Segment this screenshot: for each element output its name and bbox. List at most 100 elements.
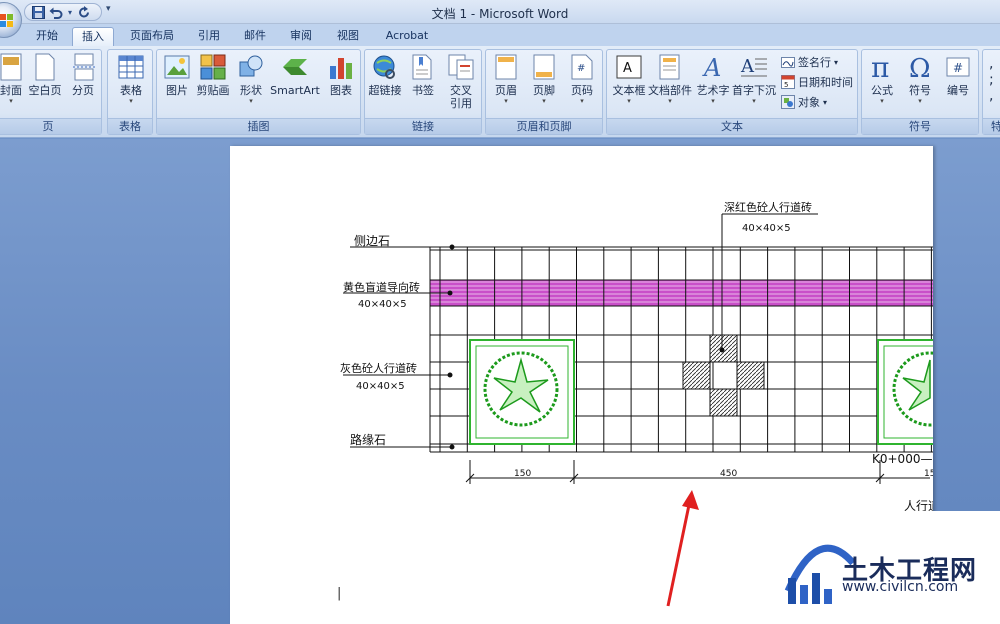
yellow-guide-tile-strip [430,280,933,306]
title-bar: ▾ ▾ 文档 1 - Microsoft Word [0,0,1000,24]
punctuation-icon[interactable]: ,;, [989,56,994,104]
svg-text:Ω: Ω [909,54,931,81]
group-tables-label: 表格 [108,118,152,134]
number-button[interactable]: # 编号 [938,53,978,97]
label-curb-side: 侧边石 [354,234,390,248]
text-box-label: 文本框 [612,84,646,97]
date-time-button[interactable]: 5 日期和时间 [781,73,853,91]
group-links-label: 链接 [365,118,481,134]
blank-page-icon [31,53,59,81]
tab-insert[interactable]: 插入 [72,27,114,46]
cross-reference-label: 交叉 [450,84,472,97]
footer-label: 页脚 [533,84,555,97]
shapes-label: 形状 [240,84,262,97]
object-label: 对象 [798,96,820,109]
svg-text:A: A [623,61,632,76]
wordart-label: 艺术字 [696,84,730,97]
table-icon [117,53,145,81]
smartart-button[interactable]: SmartArt [269,53,321,97]
group-symbols-label: 符号 [862,118,978,134]
text-cursor: | [337,586,342,601]
wordart-button[interactable]: A 艺术字 ▾ [693,53,733,105]
quick-parts-button[interactable]: 文档部件 ▾ [647,53,693,105]
svg-text:5: 5 [784,81,788,89]
group-header-footer: 页眉 ▾ 页脚 ▾ # 页码 ▾ 页眉和页脚 [485,49,603,135]
svg-text:A: A [702,54,721,80]
bookmark-icon [409,53,437,81]
blank-page-label: 空白页 [28,84,62,97]
svg-text:#: # [953,61,963,75]
label-yellow-tile-size: 40×40×5 [358,299,407,310]
page-break-button[interactable]: 分页 [63,53,103,97]
tab-page-layout[interactable]: 页面布局 [124,27,180,46]
signature-line-icon [781,55,795,69]
group-special-label: 特 [983,118,1000,134]
clip-art-button[interactable]: 剪贴画 [193,53,233,97]
smartart-icon [281,53,309,81]
tab-mailings[interactable]: 邮件 [238,27,272,46]
clip-art-label: 剪贴画 [196,84,230,97]
group-pages: 封面 ▾ 空白页 分页 页 [0,49,102,135]
drop-cap-button[interactable]: A 首字下沉 ▾ [731,53,777,105]
table-button[interactable]: 表格 ▾ [111,53,151,105]
object-button[interactable]: 对象 ▾ [781,93,827,111]
chart-icon [327,53,355,81]
hyperlink-button[interactable]: 超链接 [365,53,405,97]
picture-button[interactable]: 图片 [157,53,197,97]
ribbon: 封面 ▾ 空白页 分页 页 表格 ▾ 表格 图片 剪贴画 形状 ▾ SmartA… [0,46,1000,138]
group-symbols: π 公式 ▾ Ω 符号 ▾ # 编号 符号 [861,49,979,135]
svg-text:π: π [871,53,889,81]
footer-button[interactable]: 页脚 ▾ [524,53,564,105]
cover-page-icon [0,53,25,81]
page-break-icon [69,53,97,81]
office-logo-icon [0,14,14,28]
label-dark-tile-size: 40×40×5 [742,223,791,234]
tab-home[interactable]: 开始 [28,27,66,46]
group-illustrations-label: 插图 [157,118,360,134]
group-pages-label: 页 [0,118,101,134]
calendar-icon: 5 [781,75,795,89]
tab-view[interactable]: 视图 [331,27,365,46]
header-icon [492,53,520,81]
group-illustrations: 图片 剪贴画 形状 ▾ SmartArt 图表 插图 [156,49,361,135]
bookmark-button[interactable]: 书签 [403,53,443,97]
equation-button[interactable]: π 公式 ▾ [862,53,902,105]
watermark-url: www.civilcn.com [842,579,959,595]
dark-tile [736,361,765,390]
tab-references[interactable]: 引用 [192,27,226,46]
page-number-icon: # [568,53,596,81]
page-number-label: 页码 [571,84,593,97]
page-number-button[interactable]: # 页码 ▾ [562,53,602,105]
date-time-label: 日期和时间 [798,76,853,89]
bookmark-label: 书签 [412,84,434,97]
header-button[interactable]: 页眉 ▾ [486,53,526,105]
label-dim-450: 450 [720,469,737,479]
page-break-label: 分页 [72,84,94,97]
group-header-footer-label: 页眉和页脚 [486,118,602,134]
blank-page-button[interactable]: 空白页 [25,53,65,97]
tree-pit-right [877,339,933,445]
clip-art-icon [199,53,227,81]
symbol-label: 符号 [909,84,931,97]
header-label: 页眉 [495,84,517,97]
shapes-button[interactable]: 形状 ▾ [231,53,271,105]
number-label: 编号 [947,84,969,97]
group-tables: 表格 ▾ 表格 [107,49,153,135]
chart-button[interactable]: 图表 [321,53,361,97]
label-dark-tile: 深红色砼人行道砖 [724,200,812,214]
tab-acrobat[interactable]: Acrobat [378,27,436,46]
text-box-button[interactable]: A 文本框 ▾ [609,53,649,105]
group-text-label: 文本 [607,118,857,134]
red-arrow-annotation [666,490,699,607]
tab-review[interactable]: 审阅 [284,27,318,46]
symbol-button[interactable]: Ω 符号 ▾ [900,53,940,105]
cross-reference-label-2: 引用 [450,97,472,110]
window-title: 文档 1 - Microsoft Word [431,7,569,21]
picture-icon [163,53,191,81]
cross-reference-button[interactable]: 交叉 引用 [441,53,481,110]
wordart-icon: A [699,53,727,81]
signature-line-button[interactable]: 签名行 ▾ [781,53,838,71]
label-curb-road: 路缘石 [350,432,386,447]
group-special: ,;, 特 [982,49,1000,135]
cross-reference-icon [447,53,475,81]
